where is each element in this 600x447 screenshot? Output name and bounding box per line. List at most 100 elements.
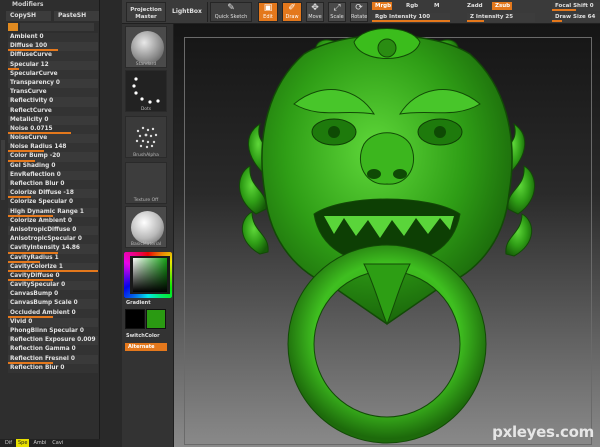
projection-master-button[interactable]: Projection Master	[126, 2, 166, 22]
gradient-label[interactable]: Gradient	[126, 300, 151, 306]
modifier-slider-label: Reflection Blur 0	[10, 181, 65, 187]
modifier-slider[interactable]: Reflection Exposure 0.009	[8, 336, 98, 346]
modifier-slider[interactable]: TransCurve	[8, 88, 98, 98]
modifier-slider[interactable]: NoiseCurve	[8, 134, 98, 144]
modifier-slider[interactable]: Colorize Specular 0	[8, 198, 98, 208]
modifier-slider[interactable]: Metalicity 0	[8, 115, 98, 125]
modifier-slider[interactable]: Occluded Ambient 0	[8, 308, 98, 318]
modifier-slider[interactable]: Reflection Fresnel 0	[8, 354, 98, 364]
modifier-slider-label: CavitySpecular 0	[10, 282, 66, 289]
dots-stroke-label: Dots	[140, 107, 152, 112]
modifier-slider[interactable]: EnvReflection 0	[8, 170, 98, 180]
modifier-slider[interactable]: Ambient 0	[8, 33, 98, 43]
modifier-slider[interactable]: SpecularCurve	[8, 69, 98, 79]
edit-label: Edit	[263, 14, 273, 20]
modifiers-title: Modifiers	[12, 1, 44, 8]
modifier-slider[interactable]: Reflectivity 0	[8, 97, 98, 107]
m-toggle[interactable]: M	[431, 2, 443, 10]
third-eye	[377, 38, 397, 58]
channel-tab[interactable]: Dif	[3, 439, 14, 447]
quick-sketch-label: Quick Sketch	[214, 14, 248, 20]
modifier-slider[interactable]: Reflection Blur 0	[8, 363, 98, 373]
lightbox-button[interactable]: LightBox	[172, 8, 202, 15]
secondary-color-swatch[interactable]	[125, 309, 145, 329]
modifier-slider-label: CanvasBump Scale 0	[10, 300, 78, 307]
edit-button[interactable]: ▣ Edit	[258, 2, 278, 22]
modifier-slider-label: Colorize Specular 0	[10, 199, 74, 206]
modifier-slider[interactable]: Color Bump -20	[8, 152, 98, 162]
modifier-slider[interactable]: Reflection Blur 0	[8, 180, 98, 190]
modifier-slider[interactable]: High Dynamic Range 1	[8, 207, 98, 217]
modifier-slider[interactable]: AnisotropicDiffuse 0	[8, 225, 98, 236]
modifier-selector-swatch[interactable]	[8, 23, 18, 31]
color-picker[interactable]	[124, 252, 172, 298]
mrgb-toggle[interactable]: Mrgb	[372, 2, 392, 10]
toolbar-divider	[207, 2, 208, 22]
main-color-swatch[interactable]	[146, 309, 166, 329]
rotate-button[interactable]: ⟳ Rotate	[350, 2, 368, 22]
top-toolbar: Projection Master LightBox ✎ Quick Sketc…	[122, 0, 600, 24]
scale-button[interactable]: ⤢ Scale	[328, 2, 346, 22]
dots-stroke-button[interactable]	[125, 70, 167, 112]
modifier-slider[interactable]: Noise 0.0715	[8, 124, 98, 135]
modifier-slider[interactable]: Transparency 0	[8, 78, 98, 89]
saturation-value-square[interactable]	[133, 258, 167, 292]
document-canvas[interactable]: pxleyes.com	[174, 24, 600, 447]
modifier-slider[interactable]: CavityRadius 1	[8, 253, 98, 263]
channel-tab[interactable]: Spe	[16, 439, 30, 447]
quick-sketch-button[interactable]: ✎ Quick Sketch	[210, 2, 252, 22]
modifier-slider[interactable]: Reflection Gamma 0	[8, 345, 98, 355]
modifier-slider-label: Transparency 0	[10, 79, 60, 86]
modifier-slider[interactable]: Colorize Ambient 0	[8, 216, 98, 226]
draw-size-slider[interactable]: Draw Size 64	[552, 13, 600, 22]
modifier-slider[interactable]: ReflectCurve	[8, 106, 98, 116]
modifier-slider[interactable]: CavityIntensity 14.86	[8, 244, 98, 254]
modifier-slider[interactable]: Vivid 0	[8, 317, 98, 327]
modifier-slider-label: Occluded Ambient 0	[10, 309, 76, 316]
modifier-slider-label: PhongBlinn Specular 0	[10, 328, 84, 334]
channel-tab[interactable]: Cavi	[50, 439, 65, 447]
modifier-slider[interactable]: Gel Shading 0	[8, 161, 98, 171]
modifier-slider[interactable]: CavityColorize 1	[8, 262, 98, 272]
edit-icon: ▣	[263, 3, 273, 13]
modifier-slider-label: Noise 0.0715	[10, 125, 53, 132]
draw-label: Draw	[285, 14, 299, 20]
modifier-slider[interactable]: Noise Radius 148	[8, 143, 98, 153]
copy-paste-row: CopySH PasteSH	[6, 11, 99, 21]
modifier-slider[interactable]: CavityDiffuse 0	[8, 271, 98, 282]
modifier-slider[interactable]: PhongBlinn Specular 0	[8, 327, 98, 337]
z-intensity-slider[interactable]: Z Intensity 25	[467, 13, 535, 22]
channel-tab[interactable]: Ambi	[31, 439, 48, 447]
draw-icon: ✐	[288, 3, 296, 13]
switch-color-button[interactable]: SwitchColor	[126, 333, 160, 339]
modifiers-list: Ambient 0 Diffuse 100 DiffuseCurve Specular…	[8, 33, 98, 373]
copy-sh-button[interactable]: CopySH	[6, 11, 51, 21]
zsub-toggle[interactable]: Zsub	[492, 2, 512, 10]
modifier-slider[interactable]: CanvasBump Scale 0	[8, 299, 98, 309]
modifier-selector-bar[interactable]	[20, 23, 94, 31]
alpha-icon	[135, 126, 158, 149]
standard-brush-label: Standard	[135, 62, 157, 67]
modifier-slider[interactable]: CavitySpecular 0	[8, 281, 98, 291]
modifier-slider-label: CavityDiffuse 0	[10, 272, 60, 279]
standard-brush-icon	[131, 31, 164, 64]
move-button[interactable]: ✥ Move	[306, 2, 324, 22]
alpha-button[interactable]	[125, 116, 167, 158]
focal-shift-slider[interactable]: Focal Shift 0	[552, 2, 600, 11]
modifier-slider[interactable]: AnisotropicSpecular 0	[8, 235, 98, 245]
modifier-slider[interactable]: Specular 12	[8, 60, 98, 70]
modifier-slider-label: Reflectivity 0	[10, 98, 54, 105]
rgb-toggle[interactable]: Rgb	[403, 2, 421, 10]
move-label: Move	[308, 14, 322, 20]
zadd-toggle[interactable]: Zadd	[464, 2, 483, 10]
modifier-slider[interactable]: CanvasBump 0	[8, 290, 98, 300]
modifier-slider[interactable]: Colorize Diffuse -18	[8, 189, 98, 199]
material-channel-tabs: Dif Spe Ambi Cavi	[0, 439, 100, 447]
draw-button[interactable]: ✐ Draw	[282, 2, 302, 22]
alternate-button[interactable]: Alternate	[125, 343, 167, 351]
paste-sh-button[interactable]: PasteSH	[54, 11, 99, 21]
modifier-slider[interactable]: Diffuse 100	[8, 42, 98, 52]
modifiers-scrollbar[interactable]	[1, 140, 5, 200]
modifier-slider[interactable]: DiffuseCurve	[8, 51, 98, 61]
rgb-intensity-slider[interactable]: Rgb Intensity 100	[372, 13, 450, 22]
